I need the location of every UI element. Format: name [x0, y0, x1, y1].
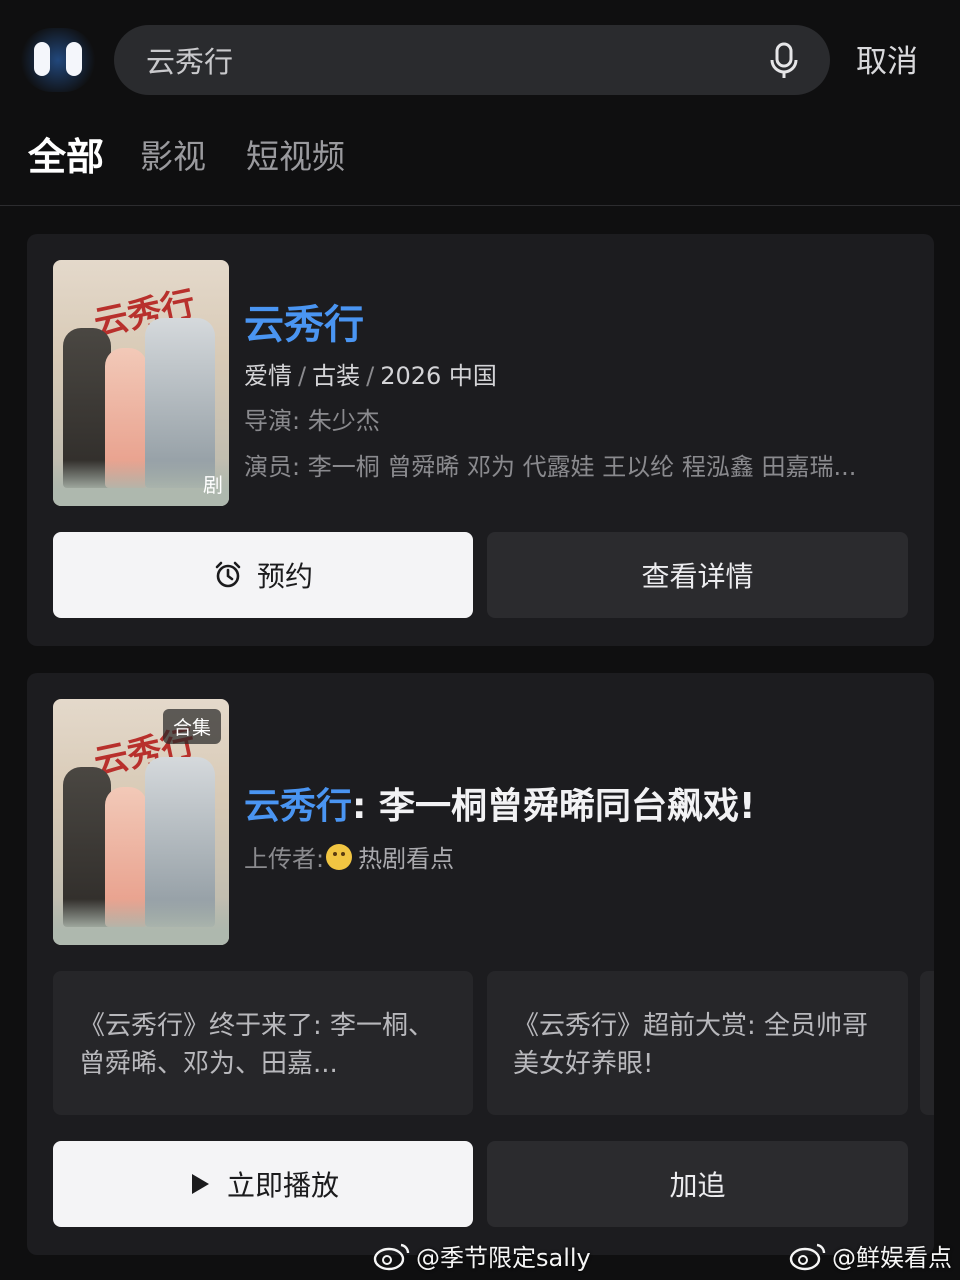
- uploader-name[interactable]: 热剧看点: [358, 839, 454, 874]
- collection-poster[interactable]: 云秀行 合集: [53, 699, 229, 945]
- cast-list: 李一桐 曾舜晞 邓为 代露娃 王以纶 程泓鑫 田嘉瑞...: [307, 453, 857, 481]
- drama-title[interactable]: 云秀行: [244, 292, 364, 350]
- search-box[interactable]: [114, 25, 830, 95]
- drama-poster[interactable]: 云秀行 剧: [53, 260, 229, 506]
- clip-item[interactable]: 《云秀行》超前大赏: 全员帅哥美女好养眼!: [487, 971, 908, 1115]
- view-details-button[interactable]: 查看详情: [487, 532, 908, 618]
- watermark: @季节限定sally: [372, 1238, 591, 1273]
- drama-badge: 剧: [203, 473, 223, 497]
- director-line: 导演: 朱少杰: [244, 401, 904, 436]
- tab-all[interactable]: 全部: [28, 126, 104, 181]
- search-input[interactable]: [146, 39, 736, 81]
- watermark-text: @季节限定sally: [416, 1244, 591, 1272]
- divider: [0, 205, 960, 206]
- video-title-highlight: 云秀行: [244, 786, 353, 827]
- play-icon: [191, 1174, 209, 1194]
- cast-line: 演员: 李一桐 曾舜晞 邓为 代露娃 王以纶 程泓鑫 田嘉瑞...: [244, 447, 908, 482]
- cancel-button[interactable]: 取消: [856, 36, 918, 81]
- watermark-text: @鲜娱看点: [832, 1244, 952, 1272]
- drama-meta: 爱情 / 古装/2026 中国: [244, 362, 497, 390]
- microphone-icon[interactable]: [764, 40, 804, 80]
- reserve-button[interactable]: 预约: [53, 532, 473, 618]
- uploader-label: 上传者:: [244, 845, 325, 873]
- video-title[interactable]: 云秀行: 李一桐曾舜晞同台飙戏!: [244, 777, 755, 829]
- play-label: 立即播放: [226, 1169, 339, 1202]
- video-collection-card: 云秀行 合集 云秀行: 李一桐曾舜晞同台飙戏! 上传者: 热剧看点 《云秀行》终…: [27, 673, 934, 1255]
- director-name: 朱少杰: [307, 407, 380, 435]
- reserve-label: 预约: [256, 560, 313, 593]
- genre-romance: 爱情: [244, 362, 292, 390]
- cast-label: 演员:: [244, 453, 301, 481]
- play-now-button[interactable]: 立即播放: [53, 1141, 473, 1227]
- clip-title: 《云秀行》终于来了: 李一桐、曾舜晞、邓为、田嘉...: [79, 1011, 435, 1079]
- clip-item-peek[interactable]: [920, 971, 934, 1115]
- video-title-rest: : 李一桐曾舜晞同台飙戏!: [352, 786, 756, 827]
- uploader-avatar-icon: [326, 843, 353, 870]
- uploader-line: 上传者: 热剧看点: [244, 839, 454, 874]
- weibo-icon: [789, 1243, 826, 1270]
- clip-title: 《云秀行》超前大赏: 全员帅哥美女好养眼!: [513, 1011, 869, 1079]
- app-logo-icon[interactable]: [20, 28, 96, 92]
- year-region: 2026 中国: [380, 362, 497, 390]
- follow-button[interactable]: 加追: [487, 1141, 908, 1227]
- clip-item[interactable]: 《云秀行》终于来了: 李一桐、曾舜晞、邓为、田嘉...: [53, 971, 473, 1115]
- genre-costume: 古装: [312, 362, 361, 390]
- collection-badge: 合集: [162, 709, 221, 744]
- filter-tabs: 全部 影视 短视频: [0, 130, 960, 190]
- drama-result-card: 云秀行 剧 云秀行 爱情 / 古装/2026 中国 导演: 朱少杰 演员: 李一桐 …: [27, 234, 934, 646]
- tab-film-tv[interactable]: 影视: [140, 130, 206, 178]
- tab-short-video[interactable]: 短视频: [246, 130, 345, 178]
- weibo-icon: [373, 1243, 410, 1270]
- alarm-clock-icon: [215, 561, 241, 588]
- director-label: 导演:: [244, 407, 301, 435]
- watermark: @鲜娱看点: [788, 1238, 952, 1273]
- top-bar: 取消: [0, 0, 960, 120]
